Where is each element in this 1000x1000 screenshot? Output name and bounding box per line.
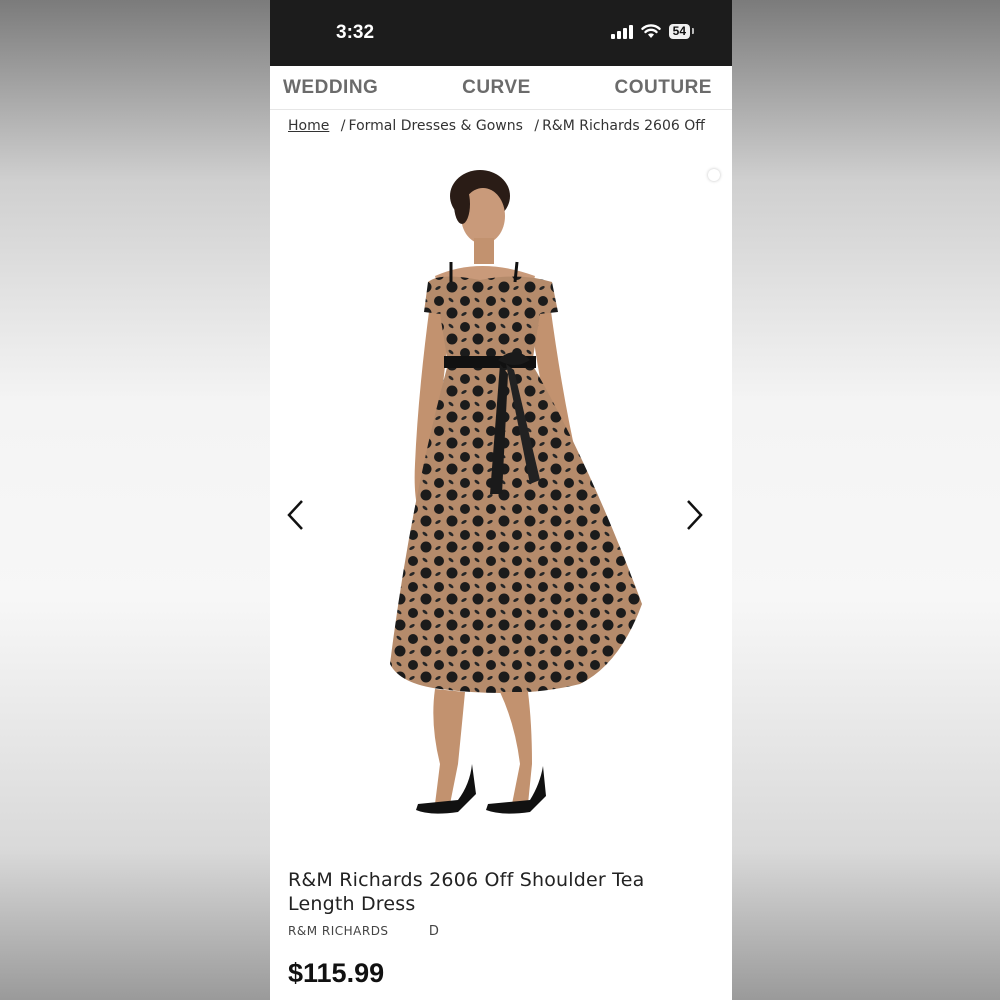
wifi-icon bbox=[640, 24, 661, 39]
breadcrumb: Home / Formal Dresses & Gowns / R&M Richar… bbox=[270, 110, 732, 144]
backdrop-right bbox=[732, 0, 1000, 1000]
previous-image-button[interactable] bbox=[286, 499, 306, 535]
cellular-signal-icon bbox=[610, 24, 633, 39]
breadcrumb-category-link[interactable]: Formal Dresses & Gowns bbox=[349, 118, 523, 134]
breadcrumb-separator: / bbox=[340, 118, 346, 134]
product-price: $115.99 bbox=[288, 958, 385, 988]
battery-icon: 54 bbox=[668, 24, 695, 39]
product-title: R&M Richards 2606 Off Shoulder Tea Lengt… bbox=[288, 869, 645, 915]
breadcrumb-home-link[interactable]: Home bbox=[288, 118, 329, 134]
phone-screen: 3:32 54 WEDDING CURVE COUTURE Home / Form… bbox=[270, 0, 732, 1000]
status-time: 3:32 bbox=[336, 22, 375, 43]
nav-wedding[interactable]: WEDDING bbox=[283, 77, 378, 99]
breadcrumb-current: R&M Richards 2606 Off bbox=[542, 118, 705, 134]
brand-row: R&M RICHARDS D bbox=[288, 924, 439, 939]
breadcrumb-separator: / bbox=[534, 118, 540, 134]
status-icons: 54 bbox=[610, 24, 695, 39]
chevron-right-icon bbox=[687, 500, 703, 530]
product-image-gallery bbox=[270, 144, 732, 844]
status-bar: 3:32 54 bbox=[270, 0, 732, 66]
product-code: D bbox=[428, 924, 440, 939]
nav-couture[interactable]: COUTURE bbox=[615, 77, 712, 99]
chevron-left-icon bbox=[287, 500, 303, 530]
product-photo-model-in-dress bbox=[390, 170, 642, 814]
gallery-indicator-dot[interactable] bbox=[708, 169, 720, 181]
category-nav: WEDDING CURVE COUTURE bbox=[270, 66, 732, 110]
brand-name[interactable]: R&M RICHARDS bbox=[288, 924, 389, 938]
next-image-button[interactable] bbox=[684, 499, 704, 535]
nav-curve[interactable]: CURVE bbox=[462, 77, 531, 99]
backdrop-left bbox=[0, 0, 270, 1000]
